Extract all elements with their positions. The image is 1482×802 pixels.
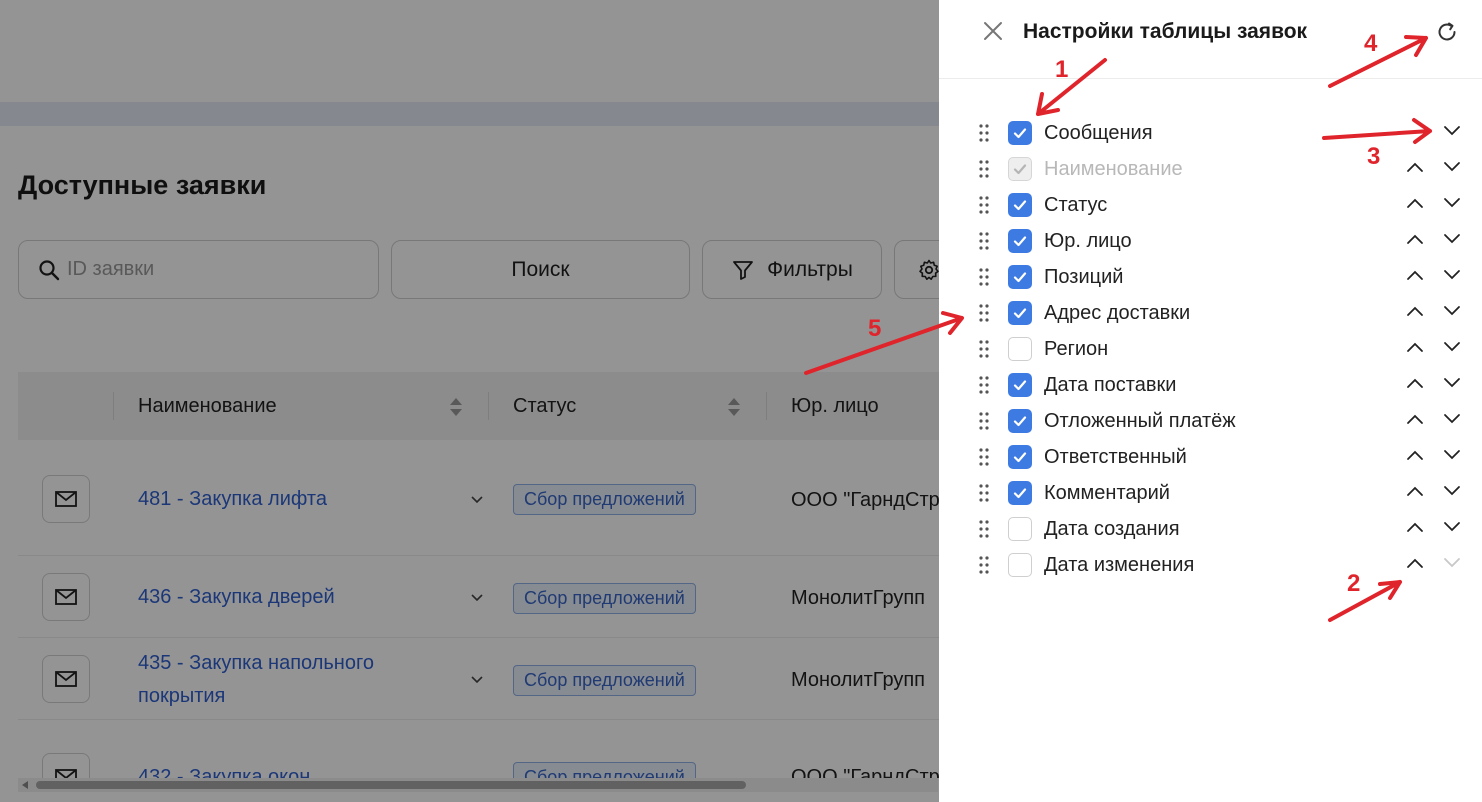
column-item: Статус: [939, 188, 1482, 224]
move-down-icon[interactable]: [1442, 340, 1462, 354]
column-label: Регион: [1044, 338, 1109, 360]
move-up-icon[interactable]: [1405, 556, 1425, 570]
drag-handle-icon[interactable]: [977, 483, 991, 503]
column-checkbox[interactable]: [1008, 445, 1032, 469]
drag-handle-icon[interactable]: [977, 339, 991, 359]
column-checkbox[interactable]: [1008, 409, 1032, 433]
annotation-label-2: 2: [1347, 570, 1361, 597]
column-checkbox[interactable]: [1008, 265, 1032, 289]
check-icon: [1013, 128, 1027, 139]
column-item: Позиций: [939, 260, 1482, 296]
check-icon: [1013, 488, 1027, 499]
column-item: Дата изменения: [939, 548, 1482, 584]
column-label: Дата создания: [1044, 518, 1180, 540]
move-down-icon[interactable]: [1442, 304, 1462, 318]
check-icon: [1013, 236, 1027, 247]
annotation-label-3: 3: [1367, 143, 1381, 170]
close-icon[interactable]: [981, 19, 1005, 43]
column-label: Дата поставки: [1044, 374, 1177, 396]
move-down-icon[interactable]: [1442, 448, 1462, 462]
column-label: Сообщения: [1044, 122, 1153, 144]
check-icon: [1013, 272, 1027, 283]
drag-handle-icon[interactable]: [977, 411, 991, 431]
annotation-label-5: 5: [868, 315, 882, 342]
drag-handle-icon[interactable]: [977, 231, 991, 251]
column-item: Наименование: [939, 152, 1482, 188]
column-item: Регион: [939, 332, 1482, 368]
column-label: Отложенный платёж: [1044, 410, 1236, 432]
column-label: Дата изменения: [1044, 554, 1195, 576]
column-item: Сообщения: [939, 116, 1482, 152]
drag-handle-icon[interactable]: [977, 303, 991, 323]
check-icon: [1013, 200, 1027, 211]
check-icon: [1013, 164, 1027, 175]
move-down-icon[interactable]: [1442, 124, 1462, 138]
column-checkbox[interactable]: [1008, 373, 1032, 397]
column-checkbox[interactable]: [1008, 193, 1032, 217]
move-up-icon[interactable]: [1405, 412, 1425, 426]
move-up-icon[interactable]: [1405, 160, 1425, 174]
column-label: Адрес доставки: [1044, 302, 1191, 324]
drag-handle-icon[interactable]: [977, 267, 991, 287]
drawer-header: Настройки таблицы заявок: [939, 0, 1482, 79]
column-checkbox[interactable]: [1008, 337, 1032, 361]
move-down-icon[interactable]: [1442, 412, 1462, 426]
move-down-icon[interactable]: [1442, 520, 1462, 534]
drag-handle-icon[interactable]: [977, 555, 991, 575]
move-up-icon[interactable]: [1405, 448, 1425, 462]
drawer-title: Настройки таблицы заявок: [1023, 20, 1308, 43]
reset-icon[interactable]: [1435, 20, 1459, 44]
column-item: Адрес доставки: [939, 296, 1482, 332]
column-label: Юр. лицо: [1044, 230, 1132, 252]
column-label: Ответственный: [1044, 446, 1187, 468]
column-checkbox[interactable]: [1008, 301, 1032, 325]
column-item: Отложенный платёж: [939, 404, 1482, 440]
move-down-icon[interactable]: [1442, 376, 1462, 390]
column-checkbox: [1008, 157, 1032, 181]
column-label: Наименование: [1044, 158, 1183, 180]
modal-overlay[interactable]: [0, 0, 939, 802]
move-up-icon[interactable]: [1405, 340, 1425, 354]
move-down-icon[interactable]: [1442, 160, 1462, 174]
drag-handle-icon[interactable]: [977, 519, 991, 539]
drag-handle-icon[interactable]: [977, 375, 991, 395]
check-icon: [1013, 308, 1027, 319]
table-settings-drawer: Настройки таблицы заявок Сообщения Наимен…: [939, 0, 1482, 802]
move-up-icon[interactable]: [1405, 484, 1425, 498]
annotation-label-4: 4: [1364, 30, 1378, 57]
column-checkbox[interactable]: [1008, 481, 1032, 505]
column-label: Позиций: [1044, 266, 1124, 288]
column-label: Статус: [1044, 194, 1108, 216]
move-down-icon[interactable]: [1442, 484, 1462, 498]
move-down-icon[interactable]: [1442, 268, 1462, 282]
column-checkbox[interactable]: [1008, 121, 1032, 145]
move-down-icon[interactable]: [1442, 196, 1462, 210]
drag-handle-icon[interactable]: [977, 159, 991, 179]
move-up-icon[interactable]: [1405, 268, 1425, 282]
column-checkbox[interactable]: [1008, 517, 1032, 541]
column-item: Дата создания: [939, 512, 1482, 548]
drag-handle-icon[interactable]: [977, 195, 991, 215]
move-up-icon[interactable]: [1405, 376, 1425, 390]
move-down-icon: [1444, 558, 1460, 568]
column-label: Комментарий: [1044, 482, 1170, 504]
move-up-icon[interactable]: [1405, 196, 1425, 210]
column-checkbox[interactable]: [1008, 229, 1032, 253]
column-item: Комментарий: [939, 476, 1482, 512]
annotation-label-1: 1: [1055, 56, 1069, 83]
column-checkbox[interactable]: [1008, 553, 1032, 577]
move-up-icon[interactable]: [1405, 520, 1425, 534]
column-item: Юр. лицо: [939, 224, 1482, 260]
check-icon: [1013, 452, 1027, 463]
move-down-icon[interactable]: [1442, 232, 1462, 246]
move-up-icon[interactable]: [1405, 304, 1425, 318]
check-icon: [1013, 416, 1027, 427]
column-item: Дата поставки: [939, 368, 1482, 404]
column-item: Ответственный: [939, 440, 1482, 476]
move-up-icon[interactable]: [1405, 232, 1425, 246]
check-icon: [1013, 380, 1027, 391]
drag-handle-icon[interactable]: [977, 447, 991, 467]
drag-handle-icon[interactable]: [977, 123, 991, 143]
